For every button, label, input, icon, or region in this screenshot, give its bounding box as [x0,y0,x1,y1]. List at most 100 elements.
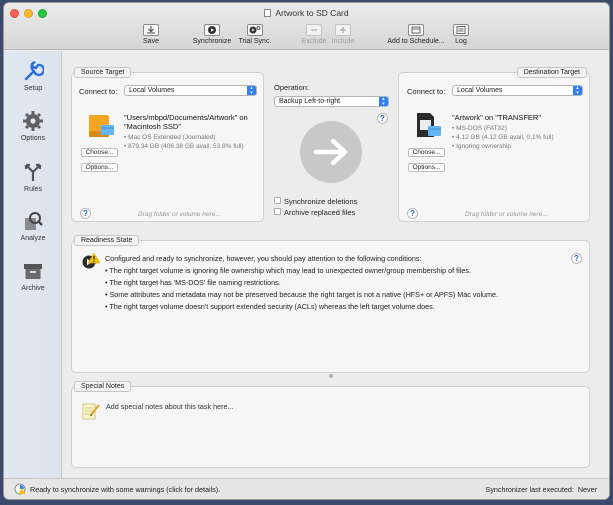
synchronize-label: Synchronize [192,38,232,45]
split-handle[interactable] [329,374,333,378]
source-options-button[interactable]: Options... [81,163,118,172]
readiness-condition: • Some attributes and metadata may not b… [105,290,499,299]
source-connect-label: Connect to: [79,87,118,96]
destination-target-panel: Destination Target Connect to: Local Vol… [398,67,590,222]
operation-help-button[interactable]: ? [377,113,388,124]
play-icon [204,24,220,36]
synchronize-button[interactable]: Synchronize [190,24,234,45]
sidebar-item-label: Archive [21,285,45,292]
save-label: Save [143,38,159,45]
titlebar: Artwork to SD Card Save Synchronize Tria… [4,3,609,50]
sidebar-item-label: Setup [23,85,43,92]
readiness-condition: • The right target volume doesn't suppor… [105,302,435,311]
rules-icon [24,163,42,181]
source-capacity: 879.34 GB (406.38 GB avail, 53.8% full) [128,143,244,150]
special-notes-panel: Special Notes Add special notes about th… [71,381,590,468]
readiness-condition-text: The right target volume doesn't support … [109,302,435,311]
document-icon [264,9,272,17]
save-button[interactable]: Save [140,24,162,45]
status-message[interactable]: Ready to synchronize with some warnings … [30,485,220,494]
archive-replaced-checkbox[interactable] [274,208,281,215]
destination-format: MS-DOS (FAT32) [456,125,507,132]
include-icon [335,24,351,36]
destination-capacity: 4.12 GB (4.12 GB avail, 0.1% full) [456,134,554,141]
schedule-icon [408,24,424,36]
sync-deletions-checkbox[interactable] [274,197,281,204]
gear-icon [23,111,43,131]
destination-connect-label: Connect to: [407,87,446,96]
readiness-condition-text: Some attributes and metadata may not be … [109,290,499,299]
chevron-updown-icon: ▴ ▾ [379,97,388,106]
operation-label: Operation: [274,83,310,92]
sync-direction-arrow-button[interactable] [300,121,362,183]
sidebar: Setup Options Rules Analyze Archive [4,51,62,478]
window-title-text: Artwork to SD Card [275,8,349,18]
status-warning-icon [14,483,26,495]
source-drag-hint: Drag folder or volume here... [138,211,221,218]
warning-play-icon [82,252,101,269]
sidebar-item-label: Analyze [20,235,46,242]
add-to-schedule-button[interactable]: Add to Schedule... [385,24,447,45]
readiness-summary: Configured and ready to synchronize, how… [105,254,422,263]
destination-ownership: Ignoring ownership [456,143,512,150]
source-volume-details: • Mac OS Extended (Journaled) • 879.34 G… [124,134,244,150]
destination-choose-button[interactable]: Choose... [408,148,445,157]
exclude-label: Exclude [301,38,327,45]
include-label: Include [331,38,355,45]
app-window: Artwork to SD Card Save Synchronize Tria… [4,3,609,499]
exclude-icon [306,24,322,36]
destination-help-button[interactable]: ? [407,208,418,219]
readiness-state-tab: Readiness State [74,235,140,246]
sidebar-item-options[interactable]: Options [4,110,62,142]
right-arrow-icon [313,138,348,166]
save-icon [143,24,159,36]
sidebar-item-analyze[interactable]: Analyze [4,210,62,242]
include-button[interactable]: Include [330,24,356,45]
operation-popup[interactable]: Backup Left-to-right ▴ ▾ [274,96,389,107]
chevron-updown-icon: ▴ ▾ [247,86,256,95]
source-connect-popup[interactable]: Local Volumes ▴ ▾ [124,85,257,96]
log-button[interactable]: Log [450,24,472,45]
wrench-icon [24,60,44,81]
log-label: Log [455,38,467,45]
log-icon [453,24,469,36]
source-volume-name-line2: "Macintosh SSD" [124,122,182,131]
status-bar: Ready to synchronize with some warnings … [4,478,609,499]
source-volume-name-line1: "Users/mbpd/Documents/Artwork" on [124,113,248,122]
destination-options-button[interactable]: Options... [408,163,445,172]
trial-sync-icon [247,24,263,36]
source-target-panel: Source Target Connect to: Local Volumes … [71,67,264,222]
special-notes-input[interactable]: Add special notes about this task here..… [106,402,576,457]
special-notes-tab: Special Notes [74,381,132,392]
trial-sync-button[interactable]: Trial Sync. [236,24,274,45]
add-to-schedule-label: Add to Schedule... [387,38,445,45]
sidebar-item-setup[interactable]: Setup [4,60,62,92]
window-title: Artwork to SD Card [4,8,609,18]
notepad-icon [82,403,100,420]
destination-connect-value: Local Volumes [457,87,503,94]
readiness-condition-text: The right target volume is ignoring file… [109,266,471,275]
source-connect-value: Local Volumes [129,87,175,94]
sidebar-item-rules[interactable]: Rules [4,161,62,193]
archive-icon [24,264,42,279]
chevron-updown-icon: ▴ ▾ [573,86,582,95]
readiness-condition: • The right target has 'MS-DOS' file nam… [105,278,281,287]
sync-deletions-label: Synchronize deletions [284,197,358,206]
source-volume-name: "Users/mbpd/Documents/Artwork" on "Macin… [124,113,248,131]
destination-volume-name: "Artwork" on "TRANSFER" [452,113,541,122]
source-target-tab: Source Target [74,67,132,78]
trial-sync-label: Trial Sync. [238,38,272,45]
analyze-icon [25,212,43,230]
destination-volume-details: • MS-DOS (FAT32) • 4.12 GB (4.12 GB avai… [452,125,554,150]
archive-replaced-label: Archive replaced files [284,208,356,217]
exclude-button[interactable]: Exclude [301,24,327,45]
sd-card-icon [417,113,441,137]
sidebar-item-archive[interactable]: Archive [4,260,62,292]
sidebar-item-label: Options [20,135,46,142]
readiness-help-button[interactable]: ? [571,253,582,264]
destination-connect-popup[interactable]: Local Volumes ▴ ▾ [452,85,583,96]
source-format: Mac OS Extended (Journaled) [128,134,216,141]
hard-drive-icon [89,115,114,137]
source-choose-button[interactable]: Choose... [81,148,118,157]
source-help-button[interactable]: ? [80,208,91,219]
